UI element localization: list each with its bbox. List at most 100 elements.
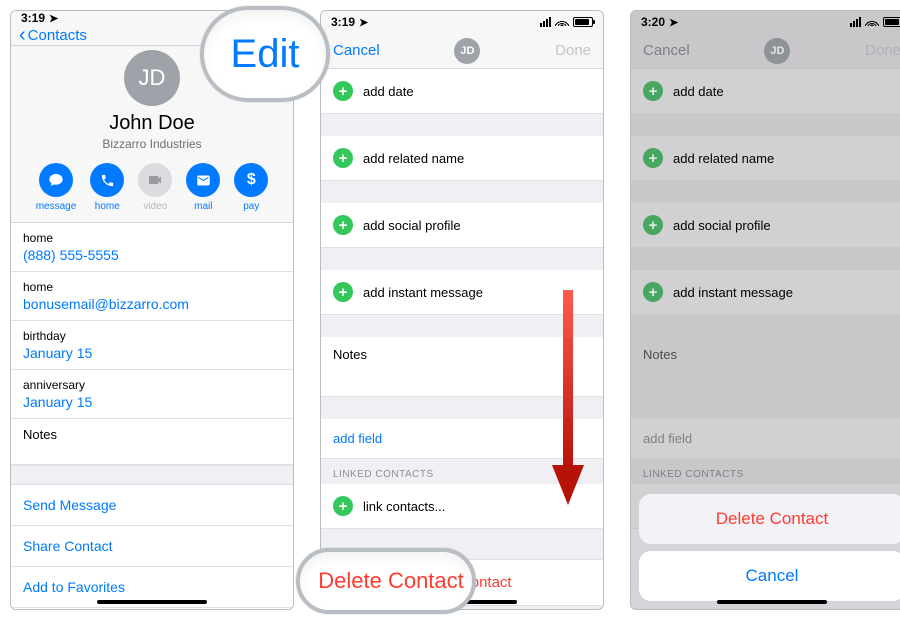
back-label: Contacts: [28, 27, 87, 44]
anniversary-value: January 15: [23, 394, 281, 410]
add-related-row: + add related name: [631, 136, 900, 181]
pay-icon: $: [234, 163, 268, 197]
notes-label: Notes: [643, 347, 677, 362]
notes-field[interactable]: Notes: [321, 337, 603, 397]
notes-row[interactable]: Notes: [11, 419, 293, 465]
add-social-row[interactable]: + add social profile: [321, 203, 603, 248]
cell-signal-icon: [230, 13, 241, 23]
birthday-row[interactable]: birthday January 15: [11, 321, 293, 370]
plus-icon: +: [333, 496, 353, 516]
video-button: video: [138, 163, 172, 212]
add-date-label: add date: [363, 84, 414, 99]
status-bar: 3:19 ➤: [321, 11, 603, 33]
add-social-label: add social profile: [363, 218, 461, 233]
phone-icon: [90, 163, 124, 197]
message-button[interactable]: message: [36, 163, 77, 212]
add-emergency-link[interactable]: Add to Emergency Contacts: [11, 608, 293, 610]
contact-name: John Doe: [11, 112, 293, 135]
phone-edit-contact: 3:19 ➤ Cancel JD Done + add date + add r…: [320, 10, 604, 610]
linked-contacts-header: LINKED CONTACTS: [321, 459, 603, 484]
phone-value: (888) 555-5555: [23, 247, 281, 263]
home-indicator[interactable]: [717, 600, 827, 604]
add-date-row: + add date: [631, 69, 900, 114]
action-sheet: Delete Contact Cancel: [639, 494, 900, 601]
avatar-small[interactable]: JD: [454, 38, 480, 64]
notes-field: Notes: [631, 337, 900, 397]
done-button[interactable]: Done: [555, 42, 591, 59]
add-related-row[interactable]: + add related name: [321, 136, 603, 181]
video-label: video: [143, 201, 167, 212]
add-date-row[interactable]: + add date: [321, 69, 603, 114]
avatar-small: JD: [764, 38, 790, 64]
birthday-label: birthday: [23, 329, 281, 343]
add-im-label: add instant message: [673, 285, 793, 300]
add-related-label: add related name: [673, 151, 774, 166]
cancel-button[interactable]: Cancel: [333, 42, 380, 59]
add-im-row[interactable]: + add instant message: [321, 270, 603, 315]
contact-company: Bizzarro Industries: [11, 137, 293, 151]
action-row: message home video mail $: [11, 163, 293, 212]
phone-delete-sheet: 3:20 ➤ Cancel JD Done + add date + add r…: [630, 10, 900, 610]
contact-fields: home (888) 555-5555 home bonusemail@bizz…: [11, 223, 293, 610]
battery-icon: [883, 17, 900, 27]
status-time: 3:20: [641, 15, 665, 29]
add-social-row: + add social profile: [631, 203, 900, 248]
back-contacts-button[interactable]: ‹ Contacts: [19, 25, 87, 45]
cell-signal-icon: [850, 17, 861, 27]
wifi-icon: [555, 15, 569, 29]
plus-icon: +: [643, 148, 663, 168]
plus-icon: +: [333, 148, 353, 168]
notes-label: Notes: [333, 347, 367, 362]
location-icon: ➤: [359, 16, 368, 29]
share-contact-link[interactable]: Share Contact: [11, 526, 293, 567]
status-bar: 3:19 ➤: [11, 11, 293, 25]
call-home-button[interactable]: home: [90, 163, 124, 212]
anniversary-label: anniversary: [23, 378, 281, 392]
mail-label: mail: [194, 201, 212, 212]
add-im-label: add instant message: [363, 285, 483, 300]
battery-icon: [263, 13, 283, 23]
home-indicator[interactable]: [407, 600, 517, 604]
phone-contact-card: 3:19 ➤ ‹ Contacts JD John Doe Bizzarro I…: [10, 10, 294, 610]
plus-icon: +: [333, 215, 353, 235]
link-contacts-label: link contacts...: [363, 499, 445, 514]
add-field-row: add field: [631, 419, 900, 459]
done-button: Done: [865, 42, 900, 59]
plus-icon: +: [643, 282, 663, 302]
pay-label: pay: [243, 201, 259, 212]
anniversary-row[interactable]: anniversary January 15: [11, 370, 293, 419]
contact-header: JD John Doe Bizzarro Industries message …: [11, 46, 293, 223]
send-message-link[interactable]: Send Message: [11, 485, 293, 526]
video-icon: [138, 163, 172, 197]
plus-icon: +: [333, 81, 353, 101]
add-field-row[interactable]: add field: [321, 419, 603, 459]
notes-label: Notes: [23, 427, 281, 442]
link-contacts-row[interactable]: + link contacts...: [321, 484, 603, 529]
sheet-cancel-button[interactable]: Cancel: [639, 551, 900, 601]
edit-nav-bar: Cancel JD Done: [321, 33, 603, 69]
status-bar: 3:20 ➤: [631, 11, 900, 33]
pay-button[interactable]: $ pay: [234, 163, 268, 212]
location-icon: ➤: [49, 12, 58, 25]
add-related-label: add related name: [363, 151, 464, 166]
nav-bar: ‹ Contacts: [11, 25, 293, 46]
cell-signal-icon: [540, 17, 551, 27]
cancel-button: Cancel: [643, 42, 690, 59]
sheet-delete-button[interactable]: Delete Contact: [639, 494, 900, 544]
phone-label: home: [23, 231, 281, 245]
email-row[interactable]: home bonusemail@bizzarro.com: [11, 272, 293, 321]
wifi-icon: [245, 11, 259, 25]
home-indicator[interactable]: [97, 600, 207, 604]
battery-icon: [573, 17, 593, 27]
delete-contact-row[interactable]: Delete Contact: [321, 559, 603, 606]
mail-button[interactable]: mail: [186, 163, 220, 212]
status-time: 3:19: [331, 15, 355, 29]
plus-icon: +: [333, 282, 353, 302]
linked-contacts-header: LINKED CONTACTS: [631, 459, 900, 484]
avatar[interactable]: JD: [124, 50, 180, 106]
add-im-row: + add instant message: [631, 270, 900, 315]
phone-row[interactable]: home (888) 555-5555: [11, 223, 293, 272]
plus-icon: +: [643, 81, 663, 101]
status-time: 3:19: [21, 11, 45, 25]
location-icon: ➤: [669, 16, 678, 29]
